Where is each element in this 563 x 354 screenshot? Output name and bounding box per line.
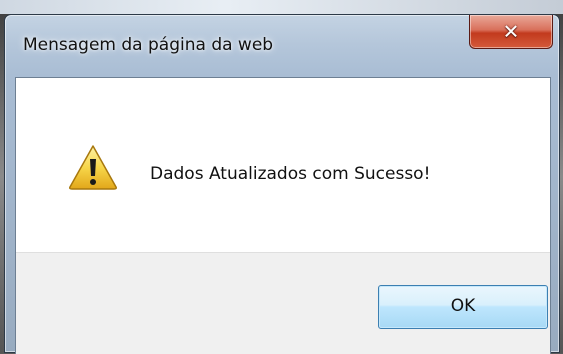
button-area: OK [16, 252, 550, 354]
background-window-edge [0, 0, 563, 14]
close-icon: ✕ [502, 19, 520, 44]
warning-icon [69, 145, 117, 190]
dialog-titlebar[interactable]: Mensagem da página da web ✕ [5, 15, 559, 77]
ok-button-label: OK [450, 296, 476, 316]
dialog-title: Mensagem da página da web [23, 35, 274, 55]
message-area: Dados Atualizados com Sucesso! [16, 78, 550, 252]
ok-button[interactable]: OK [378, 285, 548, 329]
message-text: Dados Atualizados com Sucesso! [150, 164, 431, 184]
close-button[interactable]: ✕ [469, 15, 553, 49]
message-dialog: Mensagem da página da web ✕ Dados Atuali… [4, 14, 560, 354]
dialog-client-area: Dados Atualizados com Sucesso! OK [15, 77, 551, 354]
